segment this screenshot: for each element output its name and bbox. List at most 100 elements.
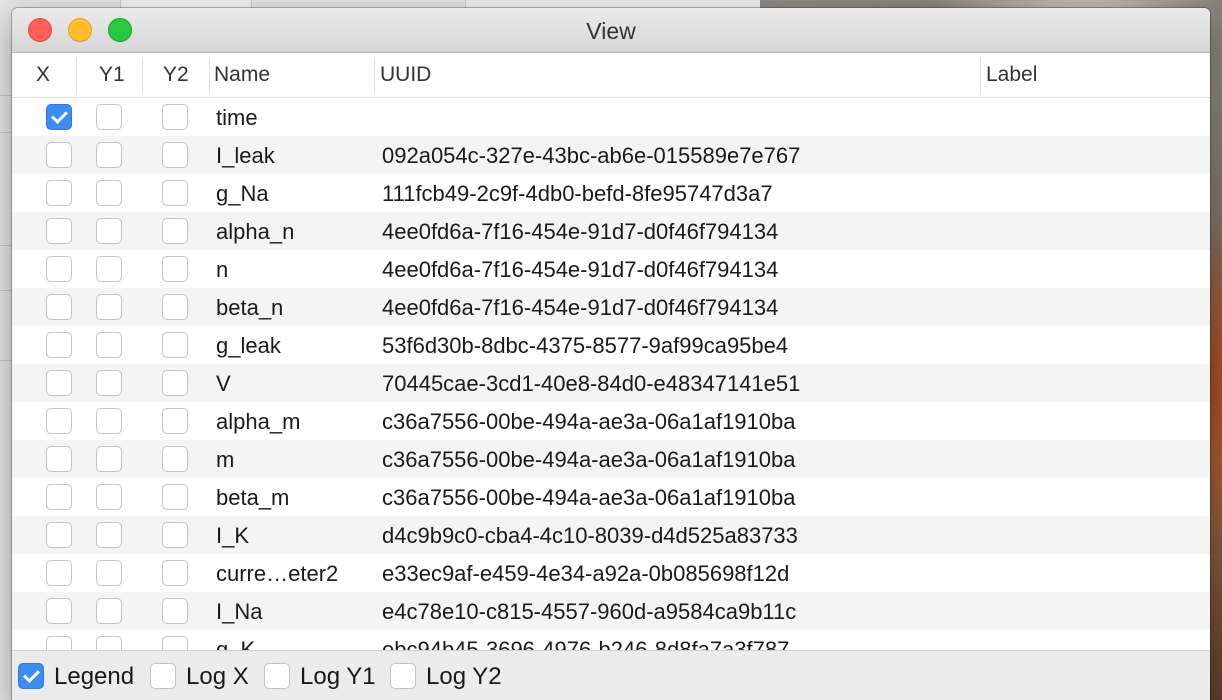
column-divider (374, 57, 375, 93)
uuid-cell: 092a054c-327e-43bc-ab6e-015589e7e767 (382, 143, 801, 168)
y2-axis-checkbox[interactable] (162, 256, 188, 282)
column-header-y2[interactable]: Y2 (163, 53, 189, 97)
variable-name-cell: beta_n (216, 295, 284, 320)
y2-axis-checkbox[interactable] (162, 522, 188, 548)
y2-axis-checkbox[interactable] (162, 598, 188, 624)
y1-axis-checkbox[interactable] (96, 370, 122, 396)
plot-options-bar: Legend Log X Log Y1 Log Y2 (12, 650, 1210, 700)
table-row[interactable]: n 4ee0fd6a-7f16-454e-91d7-d0f46f794134 (12, 250, 1210, 288)
y1-axis-checkbox[interactable] (96, 180, 122, 206)
uuid-cell: ebc94b45-3696-4976-b246-8d8fa7a3f787 (382, 637, 790, 650)
y1-axis-checkbox[interactable] (96, 484, 122, 510)
variable-name-cell: m (216, 447, 235, 472)
column-header-y1[interactable]: Y1 (99, 53, 125, 97)
table-row[interactable]: beta_m c36a7556-00be-494a-ae3a-06a1af1910… (12, 478, 1210, 516)
uuid-cell: 4ee0fd6a-7f16-454e-91d7-d0f46f794134 (382, 295, 779, 320)
log-y1-checkbox[interactable] (264, 663, 290, 689)
log-y2-checkbox[interactable] (390, 663, 416, 689)
table-row[interactable]: I_leak 092a054c-327e-43bc-ab6e-015589e7e7… (12, 136, 1210, 174)
y2-axis-checkbox[interactable] (162, 104, 188, 130)
y2-axis-checkbox[interactable] (162, 484, 188, 510)
x-axis-checkbox[interactable] (46, 180, 72, 206)
x-axis-checkbox[interactable] (46, 484, 72, 510)
column-divider (980, 57, 981, 93)
y1-axis-checkbox[interactable] (96, 332, 122, 358)
column-header-name[interactable]: Name (214, 53, 270, 97)
table-row[interactable]: alpha_m c36a7556-00be-494a-ae3a-06a1af191… (12, 402, 1210, 440)
y1-axis-checkbox[interactable] (96, 256, 122, 282)
column-header-x[interactable]: X (36, 53, 50, 97)
variables-table[interactable]: time I_leak 092a054c-327e-43bc-ab6e-015589… (12, 98, 1210, 650)
table-row[interactable]: g_K ebc94b45-3696-4976-b246-8d8fa7a3f787 (12, 630, 1210, 650)
table-row[interactable]: g_leak 53f6d30b-8dbc-4375-8577-9af99ca95b… (12, 326, 1210, 364)
y1-axis-checkbox[interactable] (96, 142, 122, 168)
column-header-uuid[interactable]: UUID (380, 53, 431, 97)
x-axis-checkbox[interactable] (46, 370, 72, 396)
x-axis-checkbox[interactable] (46, 446, 72, 472)
table-row[interactable]: g_Na 111fcb49-2c9f-4db0-befd-8fe95747d3a7 (12, 174, 1210, 212)
column-divider (142, 57, 143, 93)
log-x-checkbox[interactable] (150, 663, 176, 689)
variable-name-cell: I_K (216, 523, 250, 548)
view-window: View X Y1 Y2 Name UUID Label time I_leak 0… (12, 8, 1210, 700)
uuid-cell: c36a7556-00be-494a-ae3a-06a1af1910ba (382, 447, 796, 472)
table-row[interactable]: beta_n 4ee0fd6a-7f16-454e-91d7-d0f46f7941… (12, 288, 1210, 326)
y1-axis-checkbox[interactable] (96, 560, 122, 586)
y1-axis-checkbox[interactable] (96, 218, 122, 244)
variable-name-cell: V (216, 371, 231, 396)
x-axis-checkbox[interactable] (46, 218, 72, 244)
y2-axis-checkbox[interactable] (162, 446, 188, 472)
variable-name-cell: alpha_n (216, 219, 295, 244)
x-axis-checkbox[interactable] (46, 408, 72, 434)
variable-name-cell: g_K (216, 637, 256, 650)
table-row[interactable]: alpha_n 4ee0fd6a-7f16-454e-91d7-d0f46f794… (12, 212, 1210, 250)
y1-axis-checkbox[interactable] (96, 294, 122, 320)
x-axis-checkbox[interactable] (46, 598, 72, 624)
uuid-cell: 53f6d30b-8dbc-4375-8577-9af99ca95be4 (382, 333, 789, 358)
y2-axis-checkbox[interactable] (162, 636, 188, 650)
table-header: X Y1 Y2 Name UUID Label (12, 53, 1210, 98)
y2-axis-checkbox[interactable] (162, 332, 188, 358)
y2-axis-checkbox[interactable] (162, 142, 188, 168)
uuid-cell: 4ee0fd6a-7f16-454e-91d7-d0f46f794134 (382, 219, 779, 244)
table-row[interactable]: V 70445cae-3cd1-40e8-84d0-e48347141e51 (12, 364, 1210, 402)
uuid-cell: d4c9b9c0-cba4-4c10-8039-d4d525a83733 (382, 523, 798, 548)
table-row[interactable]: time (12, 98, 1210, 136)
x-axis-checkbox[interactable] (46, 560, 72, 586)
variable-name-cell: g_Na (216, 181, 269, 206)
y1-axis-checkbox[interactable] (96, 446, 122, 472)
table-row[interactable]: I_Na e4c78e10-c815-4557-960d-a9584ca9b11c (12, 592, 1210, 630)
uuid-cell: c36a7556-00be-494a-ae3a-06a1af1910ba (382, 409, 796, 434)
y2-axis-checkbox[interactable] (162, 218, 188, 244)
y1-axis-checkbox[interactable] (96, 598, 122, 624)
y2-axis-checkbox[interactable] (162, 408, 188, 434)
legend-checkbox[interactable] (18, 663, 44, 689)
y1-axis-checkbox[interactable] (96, 636, 122, 650)
x-axis-checkbox[interactable] (46, 332, 72, 358)
column-divider (76, 57, 77, 93)
table-row[interactable]: m c36a7556-00be-494a-ae3a-06a1af1910ba (12, 440, 1210, 478)
x-axis-checkbox[interactable] (46, 522, 72, 548)
y1-axis-checkbox[interactable] (96, 104, 122, 130)
y2-axis-checkbox[interactable] (162, 180, 188, 206)
log-x-label: Log X (186, 663, 249, 690)
y1-axis-checkbox[interactable] (96, 522, 122, 548)
y2-axis-checkbox[interactable] (162, 370, 188, 396)
y2-axis-checkbox[interactable] (162, 560, 188, 586)
x-axis-checkbox[interactable] (46, 104, 72, 130)
x-axis-checkbox[interactable] (46, 636, 72, 650)
variable-name-cell: alpha_m (216, 409, 301, 434)
y2-axis-checkbox[interactable] (162, 294, 188, 320)
x-axis-checkbox[interactable] (46, 256, 72, 282)
title-bar[interactable]: View (12, 8, 1210, 53)
uuid-cell: e33ec9af-e459-4e34-a92a-0b085698f12d (382, 561, 790, 586)
variable-name-cell: I_Na (216, 599, 263, 624)
column-header-label[interactable]: Label (986, 53, 1037, 97)
x-axis-checkbox[interactable] (46, 294, 72, 320)
legend-label: Legend (54, 663, 135, 690)
y1-axis-checkbox[interactable] (96, 408, 122, 434)
window-title: View (586, 18, 636, 44)
table-row[interactable]: I_K d4c9b9c0-cba4-4c10-8039-d4d525a83733 (12, 516, 1210, 554)
table-row[interactable]: curre…eter2 e33ec9af-e459-4e34-a92a-0b085… (12, 554, 1210, 592)
x-axis-checkbox[interactable] (46, 142, 72, 168)
